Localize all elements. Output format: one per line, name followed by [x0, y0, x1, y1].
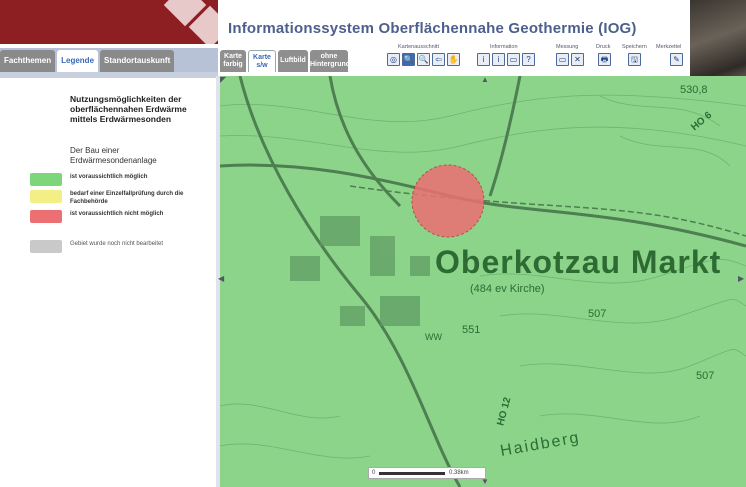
map-label-ww: WW: [425, 332, 442, 342]
pan-north-icon[interactable]: ▲: [481, 76, 489, 84]
scale-bar: 0 0.38km: [368, 467, 486, 479]
pan-icon[interactable]: ✋: [447, 53, 460, 66]
pan-south-icon[interactable]: ▼: [481, 478, 489, 486]
group-druck: Druck: [596, 44, 611, 50]
info-query-icon[interactable]: ?: [522, 53, 535, 66]
note-icon[interactable]: ✎: [670, 53, 683, 66]
tab-ohne-hintergrund[interactable]: ohne Hintergrund: [310, 50, 350, 72]
save-icon[interactable]: 🖫: [628, 53, 641, 66]
group-merkzettel: Merkzettel: [656, 44, 682, 50]
back-icon[interactable]: ⇦: [432, 53, 445, 66]
page-title: Informationssystem Oberflächennahe Geoth…: [228, 20, 637, 37]
info-area-icon[interactable]: i: [492, 53, 505, 66]
legend-swatch: [30, 190, 62, 203]
info-rect-icon[interactable]: ▭: [507, 53, 520, 66]
legend-item-label: Gebiet wurde noch nicht bearbeitet: [70, 241, 164, 247]
clear-icon[interactable]: ✕: [571, 53, 584, 66]
map-canvas[interactable]: Oberkotzau Markt (484 ev Kirche) Haidber…: [220, 76, 746, 487]
group-messung: Messung: [556, 44, 579, 50]
scale-distance: 0.38km: [449, 470, 469, 476]
scale-line: [379, 472, 445, 475]
tab-karte-sw[interactable]: Karte s/w: [248, 50, 276, 72]
full-extent-icon[interactable]: ◎: [387, 53, 400, 66]
tab-standortauskunft[interactable]: Standortauskunft: [100, 50, 175, 72]
legend-subtitle: Der Bau einer Erdwärmesondenanlage: [70, 146, 157, 165]
pan-west-icon[interactable]: ◀: [218, 275, 224, 283]
map-label-town: Oberkotzau Markt: [435, 244, 722, 280]
scale-zero: 0: [372, 470, 376, 476]
legend-item-label: ist voraussichtlich möglich: [70, 174, 148, 180]
pan-east-icon[interactable]: ▶: [738, 275, 744, 283]
logo-banner: [0, 0, 218, 44]
legend-item-label: ist voraussichtlich nicht möglich: [70, 211, 164, 217]
tab-karte-farbig[interactable]: Karte farbig: [220, 50, 246, 72]
legend-item-label: bedarf einer Einzelfallprüfung durch die…: [70, 191, 184, 205]
legend-swatch: [30, 173, 62, 186]
print-icon[interactable]: 🖶: [598, 53, 611, 66]
zoom-in-icon[interactable]: 🔍: [402, 53, 415, 66]
legend-title: Nutzungsmöglichkeiten der oberflächennah…: [70, 94, 187, 124]
group-information: Information: [490, 44, 518, 50]
map-layer-tabs: Karte farbig Karte s/w Luftbild ohne Hin…: [220, 50, 350, 74]
map-label-elev-507: 507: [588, 308, 607, 320]
map-label-elev-507b: 507: [696, 370, 715, 382]
map-label-elev-top: 530,8: [680, 84, 708, 96]
tab-fachthemen[interactable]: Fachthemen: [0, 50, 56, 72]
pan-northwest-icon[interactable]: ◤: [220, 76, 226, 84]
info-icon[interactable]: i: [477, 53, 490, 66]
group-kartenausschnitt: Kartenausschnitt: [398, 44, 439, 50]
sidebar-divider: [0, 72, 218, 78]
legend-swatch: [30, 240, 62, 253]
legend-swatch: [30, 210, 62, 223]
topographic-map: [220, 76, 746, 487]
map-label-elev-551: 551: [462, 324, 481, 336]
tab-luftbild[interactable]: Luftbild: [278, 50, 308, 72]
sidebar-tabs: Fachthemen Legende Standortauskunft: [0, 48, 218, 72]
group-speichern: Speichern: [622, 44, 647, 50]
tab-legende[interactable]: Legende: [57, 50, 99, 72]
measure-icon[interactable]: ▭: [556, 53, 569, 66]
zoom-out-icon[interactable]: 🔍: [417, 53, 430, 66]
map-label-church: (484 ev Kirche): [470, 283, 545, 295]
